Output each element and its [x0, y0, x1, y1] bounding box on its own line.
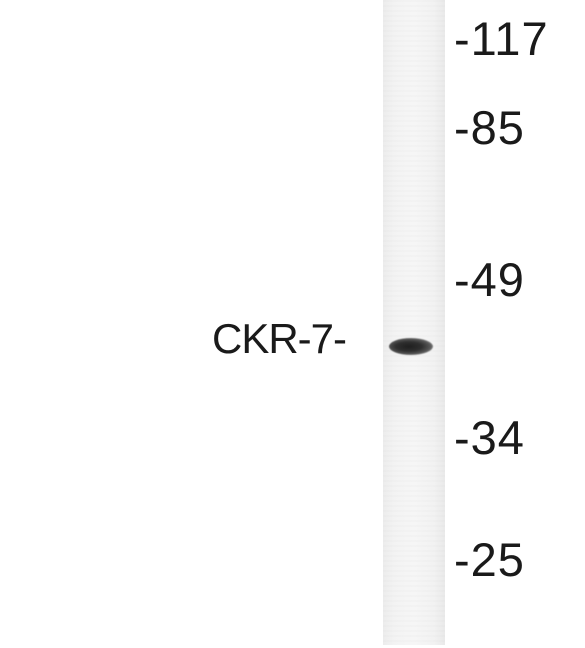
- western-blot-image: CKR-7- -117 -85 -49 -34 -25: [0, 0, 585, 648]
- molecular-weight-marker-25: -25: [454, 533, 525, 586]
- molecular-weight-marker-49: -49: [454, 253, 525, 306]
- lane-texture: [383, 0, 445, 645]
- protein-band: [389, 338, 433, 355]
- protein-label: CKR-7-: [212, 315, 347, 362]
- molecular-weight-marker-85: -85: [454, 101, 525, 154]
- molecular-weight-marker-117: -117: [454, 12, 549, 65]
- gel-lane: [383, 0, 445, 645]
- molecular-weight-marker-34: -34: [454, 411, 525, 464]
